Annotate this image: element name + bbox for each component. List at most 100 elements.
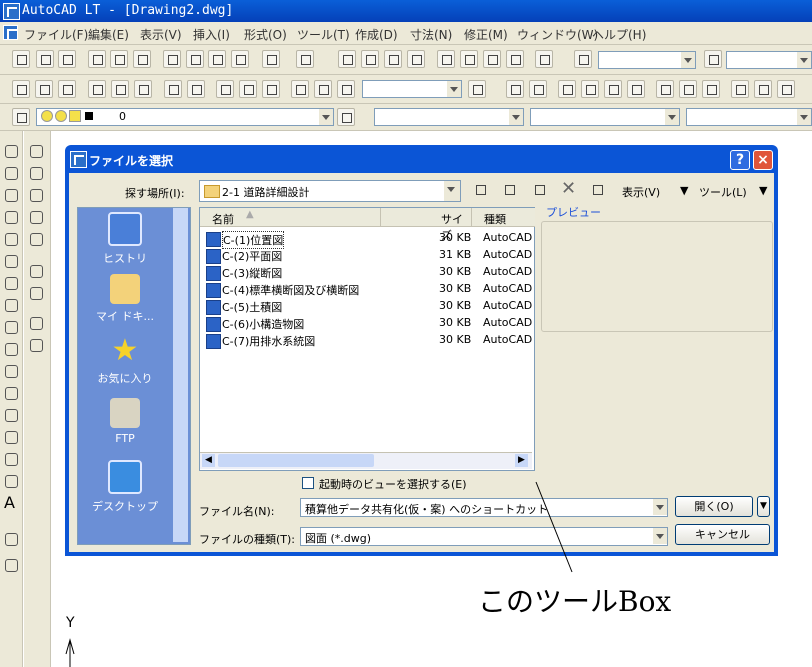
text-style-combo[interactable] [598,51,696,69]
continue-dim-icon[interactable] [187,80,205,98]
menu-view[interactable]: 表示(V) [140,26,182,43]
menu-file[interactable]: ファイル(F) [24,26,88,43]
open-icon[interactable] [36,50,54,68]
lineweight-combo[interactable] [686,108,812,126]
zoom-center-icon[interactable] [28,209,44,225]
zoom-scale-icon[interactable] [28,187,44,203]
save-icon[interactable] [58,50,76,68]
ellipse-icon[interactable] [3,341,19,357]
search-web-icon[interactable] [531,181,549,199]
layer-combo[interactable]: 0 [36,108,334,126]
paste-icon[interactable] [208,50,226,68]
polygon-icon[interactable] [3,209,19,225]
dim-text-edit-icon[interactable] [314,80,332,98]
snap-parallel-icon[interactable] [754,80,772,98]
construction-line-icon[interactable] [3,165,19,181]
make-block-icon[interactable] [3,385,19,401]
preview-icon[interactable] [110,50,128,68]
column-type-header[interactable]: 種類 [471,208,535,227]
color-combo[interactable] [374,108,524,126]
back-icon[interactable] [472,181,490,199]
menu-format[interactable]: 形式(O) [244,26,287,43]
text-style-icon[interactable] [574,50,592,68]
filename-combo[interactable]: 積算他データ共有化(仮・案) へのショートカット [300,498,668,517]
menu-dimension[interactable]: 寸法(N) [410,26,452,43]
menu-modify[interactable]: 修正(M) [464,26,508,43]
menu-draw[interactable]: 作成(D) [355,26,398,43]
snap-midpoint-icon[interactable] [558,80,576,98]
places-scrollbar[interactable] [173,208,188,542]
diameter-dim-icon[interactable] [111,80,129,98]
help-icon[interactable] [535,50,553,68]
open-dropdown-icon[interactable]: ▼ [757,496,770,517]
region-icon[interactable] [3,451,19,467]
snap-tangent-icon[interactable] [702,80,720,98]
aligned-dim-icon[interactable] [35,80,53,98]
file-row[interactable]: C-(7)用排水系統図 30 KB AutoCAD [200,332,532,349]
views-menu[interactable]: 表示(V) [622,184,660,200]
zoom-dynamic-icon[interactable] [28,165,44,181]
tools-dropdown-icon[interactable]: ▼ [759,184,767,197]
zoom-realtime-icon[interactable] [361,50,379,68]
tool-palettes-icon[interactable] [483,50,501,68]
baseline-dim-icon[interactable] [164,80,182,98]
snap-from-icon[interactable] [506,80,524,98]
startup-view-checkbox[interactable] [302,477,314,489]
file-list-hscrollbar[interactable]: ◀ ▶ [200,452,532,469]
zoom-out-icon[interactable] [28,285,44,301]
dim-edit-icon[interactable] [291,80,309,98]
center-mark-icon[interactable] [262,80,280,98]
cancel-button[interactable]: キャンセル [675,524,770,545]
multiline-text-icon[interactable]: A [4,493,15,512]
scroll-thumb[interactable] [218,454,374,467]
menu-edit[interactable]: 編集(E) [88,26,129,43]
print-icon[interactable] [88,50,106,68]
menu-insert[interactable]: 挿入(I) [193,26,230,43]
document-icon[interactable] [3,25,18,40]
undo-icon[interactable] [262,50,280,68]
linear-dim-icon[interactable] [12,80,30,98]
tolerance-icon[interactable] [239,80,257,98]
column-size-header[interactable]: サイズ [380,208,471,242]
toolbar-grip-2-icon[interactable] [3,557,19,573]
zoom-all-icon[interactable] [28,315,44,331]
make-current-layer-icon[interactable] [337,108,355,126]
menu-help[interactable]: ヘルプ(H) [592,26,646,43]
file-row[interactable]: C-(2)平面図 31 KB AutoCAD [200,247,532,264]
up-folder-icon[interactable] [501,181,519,199]
snap-center-icon[interactable] [656,80,674,98]
dim-style-icon[interactable] [704,50,722,68]
tools-menu[interactable]: ツール(L) [699,184,747,200]
point-icon[interactable] [3,407,19,423]
arc-icon[interactable] [3,253,19,269]
place-favorites[interactable]: ★ お気に入り [80,336,170,392]
place-history[interactable]: ヒストリ [80,212,170,268]
zoom-window-side-icon[interactable] [28,143,44,159]
delete-icon[interactable]: ✕ [561,178,576,199]
radius-dim-icon[interactable] [88,80,106,98]
file-row[interactable]: C-(6)小構造物図 30 KB AutoCAD [200,315,532,332]
publish-icon[interactable] [133,50,151,68]
snap-apparent-icon[interactable] [604,80,622,98]
place-ftp[interactable]: FTP [80,398,170,454]
cut-icon[interactable] [163,50,181,68]
zoom-window-icon[interactable] [384,50,402,68]
zoom-extents-icon[interactable] [28,337,44,353]
views-dropdown-icon[interactable]: ▼ [680,184,688,197]
filetype-combo[interactable]: 図面 (*.dwg) [300,527,668,546]
snap-perpendicular-icon[interactable] [731,80,749,98]
file-row[interactable]: C-(1)位置図 30 KB AutoCAD [200,230,532,249]
new-icon[interactable] [12,50,30,68]
layer-manager-icon[interactable] [12,108,30,126]
angular-dim-icon[interactable] [134,80,152,98]
dim-style-combo[interactable] [726,51,812,69]
column-name-header[interactable]: 名前 ▲ [200,208,380,227]
toolbar-grip-icon[interactable] [3,531,19,547]
zoom-object-icon[interactable] [28,231,44,247]
close-button[interactable]: × [753,150,773,170]
properties-icon[interactable] [437,50,455,68]
scroll-right-icon[interactable]: ▶ [515,454,528,467]
dim-style-manager-icon[interactable] [468,80,486,98]
rectangle-icon[interactable] [3,231,19,247]
revision-cloud-icon[interactable] [3,297,19,313]
